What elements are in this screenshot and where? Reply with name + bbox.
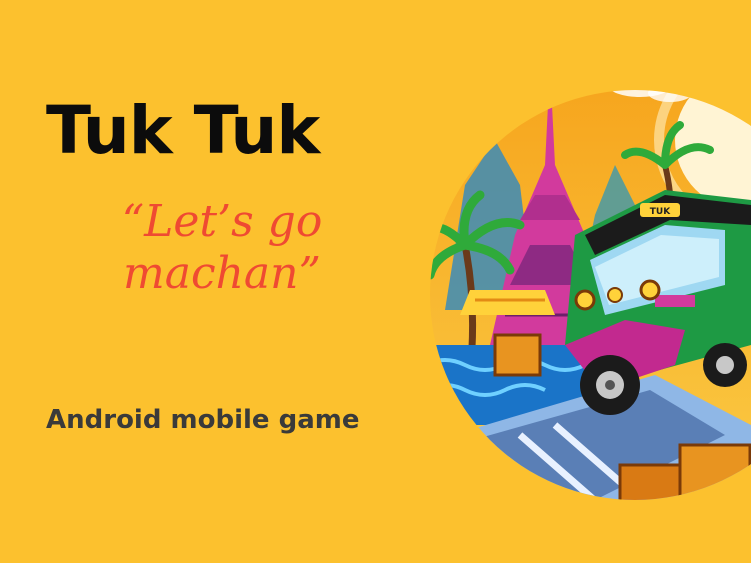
tuk-tuk-illustration: TUK (430, 90, 751, 500)
svg-text:TUK: TUK (650, 207, 671, 217)
game-subtitle: Android mobile game (46, 405, 360, 435)
game-title: Tuk Tuk (46, 92, 320, 169)
game-tagline: “Let’s go machan” (121, 196, 323, 299)
